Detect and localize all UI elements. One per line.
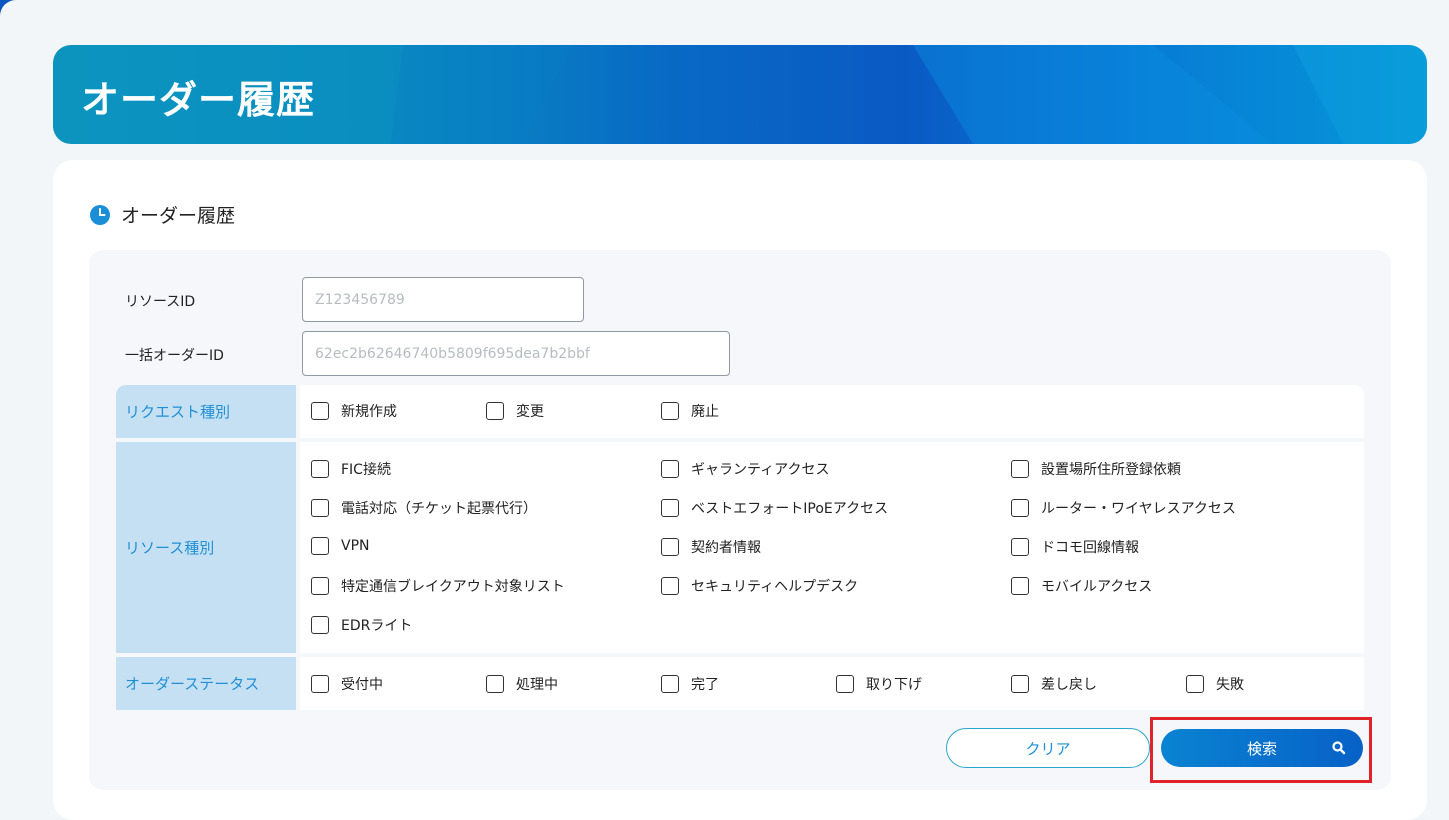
- main-card: オーダー履歴 リソースID 一括オーダーID リクエスト種別 新規作成 変更 廃…: [53, 160, 1427, 820]
- resource-type-options: FIC接続 ギャランティアクセス 設置場所住所登録依頼 電話対応（チケット起票代…: [300, 442, 1364, 653]
- checkbox-status-returned[interactable]: 差し戻し: [1011, 674, 1097, 694]
- checkbox-box[interactable]: [1011, 538, 1029, 556]
- resource-id-label: リソースID: [125, 294, 196, 310]
- checkbox-resource-mobile[interactable]: モバイルアクセス: [1011, 576, 1152, 596]
- checkbox-box[interactable]: [1011, 499, 1029, 517]
- checkbox-resource-router[interactable]: ルーター・ワイヤレスアクセス: [1011, 498, 1236, 518]
- checkbox-box[interactable]: [661, 538, 679, 556]
- bulk-order-id-label: 一括オーダーID: [125, 348, 224, 364]
- checkbox-resource-docomo[interactable]: ドコモ回線情報: [1011, 537, 1139, 557]
- checkbox-label: VPN: [341, 538, 370, 554]
- checkbox-resource-ipoe[interactable]: ベストエフォートIPoEアクセス: [661, 498, 888, 518]
- checkbox-box[interactable]: [1011, 577, 1029, 595]
- checkbox-status-failed[interactable]: 失敗: [1186, 674, 1244, 694]
- checkbox-resource-vpn[interactable]: VPN: [311, 537, 370, 555]
- search-icon: [1332, 741, 1346, 755]
- checkbox-resource-security[interactable]: セキュリティヘルプデスク: [661, 576, 858, 596]
- search-panel: リソースID 一括オーダーID リクエスト種別 新規作成 変更 廃止 リソース種…: [89, 250, 1391, 790]
- checkbox-label: 失敗: [1216, 677, 1244, 693]
- checkbox-label: 変更: [516, 404, 544, 420]
- section-title: オーダー履歴: [121, 205, 236, 227]
- checkbox-label: EDRライト: [341, 618, 413, 634]
- checkbox-box[interactable]: [311, 499, 329, 517]
- checkbox-status-complete[interactable]: 完了: [661, 674, 719, 694]
- page-header-banner: オーダー履歴: [53, 45, 1427, 144]
- checkbox-label: 契約者情報: [691, 540, 761, 556]
- checkbox-label: FIC接続: [341, 462, 391, 478]
- checkbox-label: 完了: [691, 677, 719, 693]
- checkbox-box[interactable]: [1186, 675, 1204, 693]
- checkbox-label: 差し戻し: [1041, 677, 1097, 693]
- resource-type-label: リソース種別: [116, 442, 296, 653]
- checkbox-request-change[interactable]: 変更: [486, 401, 544, 421]
- checkbox-label: 受付中: [341, 677, 383, 693]
- checkbox-label: モバイルアクセス: [1041, 579, 1153, 595]
- checkbox-box[interactable]: [311, 402, 329, 420]
- checkbox-label: ギャランティアクセス: [691, 462, 830, 478]
- checkbox-box[interactable]: [486, 675, 504, 693]
- checkbox-box[interactable]: [661, 402, 679, 420]
- checkbox-label: セキュリティヘルプデスク: [691, 579, 859, 595]
- checkbox-resource-phone[interactable]: 電話対応（チケット起票代行）: [311, 498, 537, 518]
- checkbox-status-withdrawn[interactable]: 取り下げ: [836, 674, 922, 694]
- checkbox-resource-contractor[interactable]: 契約者情報: [661, 537, 761, 557]
- checkbox-box[interactable]: [661, 460, 679, 478]
- checkbox-box[interactable]: [661, 675, 679, 693]
- page-title: オーダー履歴: [81, 78, 316, 122]
- checkbox-box[interactable]: [311, 577, 329, 595]
- checkbox-label: 特定通信ブレイクアウト対象リスト: [341, 579, 565, 595]
- checkbox-label: 廃止: [691, 404, 719, 420]
- checkbox-status-received[interactable]: 受付中: [311, 674, 383, 694]
- checkbox-box[interactable]: [836, 675, 854, 693]
- checkbox-label: 取り下げ: [866, 677, 922, 693]
- section-header: オーダー履歴: [89, 201, 235, 228]
- checkbox-label: 電話対応（チケット起票代行）: [341, 501, 537, 517]
- checkbox-resource-fic[interactable]: FIC接続: [311, 459, 391, 479]
- checkbox-label: ベストエフォートIPoEアクセス: [691, 501, 889, 517]
- checkbox-box[interactable]: [311, 675, 329, 693]
- checkbox-status-processing[interactable]: 処理中: [486, 674, 558, 694]
- checkbox-label: 設置場所住所登録依頼: [1041, 462, 1181, 478]
- checkbox-label: ドコモ回線情報: [1041, 540, 1139, 556]
- request-type-options: 新規作成 変更 廃止: [300, 385, 1364, 438]
- checkbox-resource-guaranteed[interactable]: ギャランティアクセス: [661, 459, 829, 479]
- resource-id-input[interactable]: [302, 277, 584, 322]
- checkbox-box[interactable]: [311, 537, 329, 555]
- checkbox-box[interactable]: [311, 616, 329, 634]
- order-status-label: オーダーステータス: [116, 657, 296, 710]
- clear-button[interactable]: クリア: [946, 728, 1150, 768]
- checkbox-resource-address[interactable]: 設置場所住所登録依頼: [1011, 459, 1181, 479]
- checkbox-box[interactable]: [311, 460, 329, 478]
- checkbox-resource-edr[interactable]: EDRライト: [311, 615, 412, 635]
- checkbox-box[interactable]: [486, 402, 504, 420]
- bulk-order-id-input[interactable]: [302, 331, 730, 376]
- checkbox-box[interactable]: [1011, 460, 1029, 478]
- search-button-label: 検索: [1246, 739, 1277, 758]
- checkbox-request-new[interactable]: 新規作成: [311, 401, 397, 421]
- checkbox-box[interactable]: [1011, 675, 1029, 693]
- checkbox-label: 新規作成: [341, 404, 397, 420]
- checkbox-request-abolish[interactable]: 廃止: [661, 401, 719, 421]
- search-button[interactable]: 検索: [1161, 729, 1363, 767]
- checkbox-box[interactable]: [661, 577, 679, 595]
- order-status-options: 受付中 処理中 完了 取り下げ 差し戻し 失敗: [300, 657, 1364, 710]
- clock-icon: [90, 204, 110, 225]
- checkbox-label: ルーター・ワイヤレスアクセス: [1041, 501, 1236, 517]
- checkbox-box[interactable]: [661, 499, 679, 517]
- request-type-label: リクエスト種別: [116, 385, 296, 438]
- checkbox-resource-breakout[interactable]: 特定通信ブレイクアウト対象リスト: [311, 576, 565, 596]
- checkbox-label: 処理中: [516, 677, 558, 693]
